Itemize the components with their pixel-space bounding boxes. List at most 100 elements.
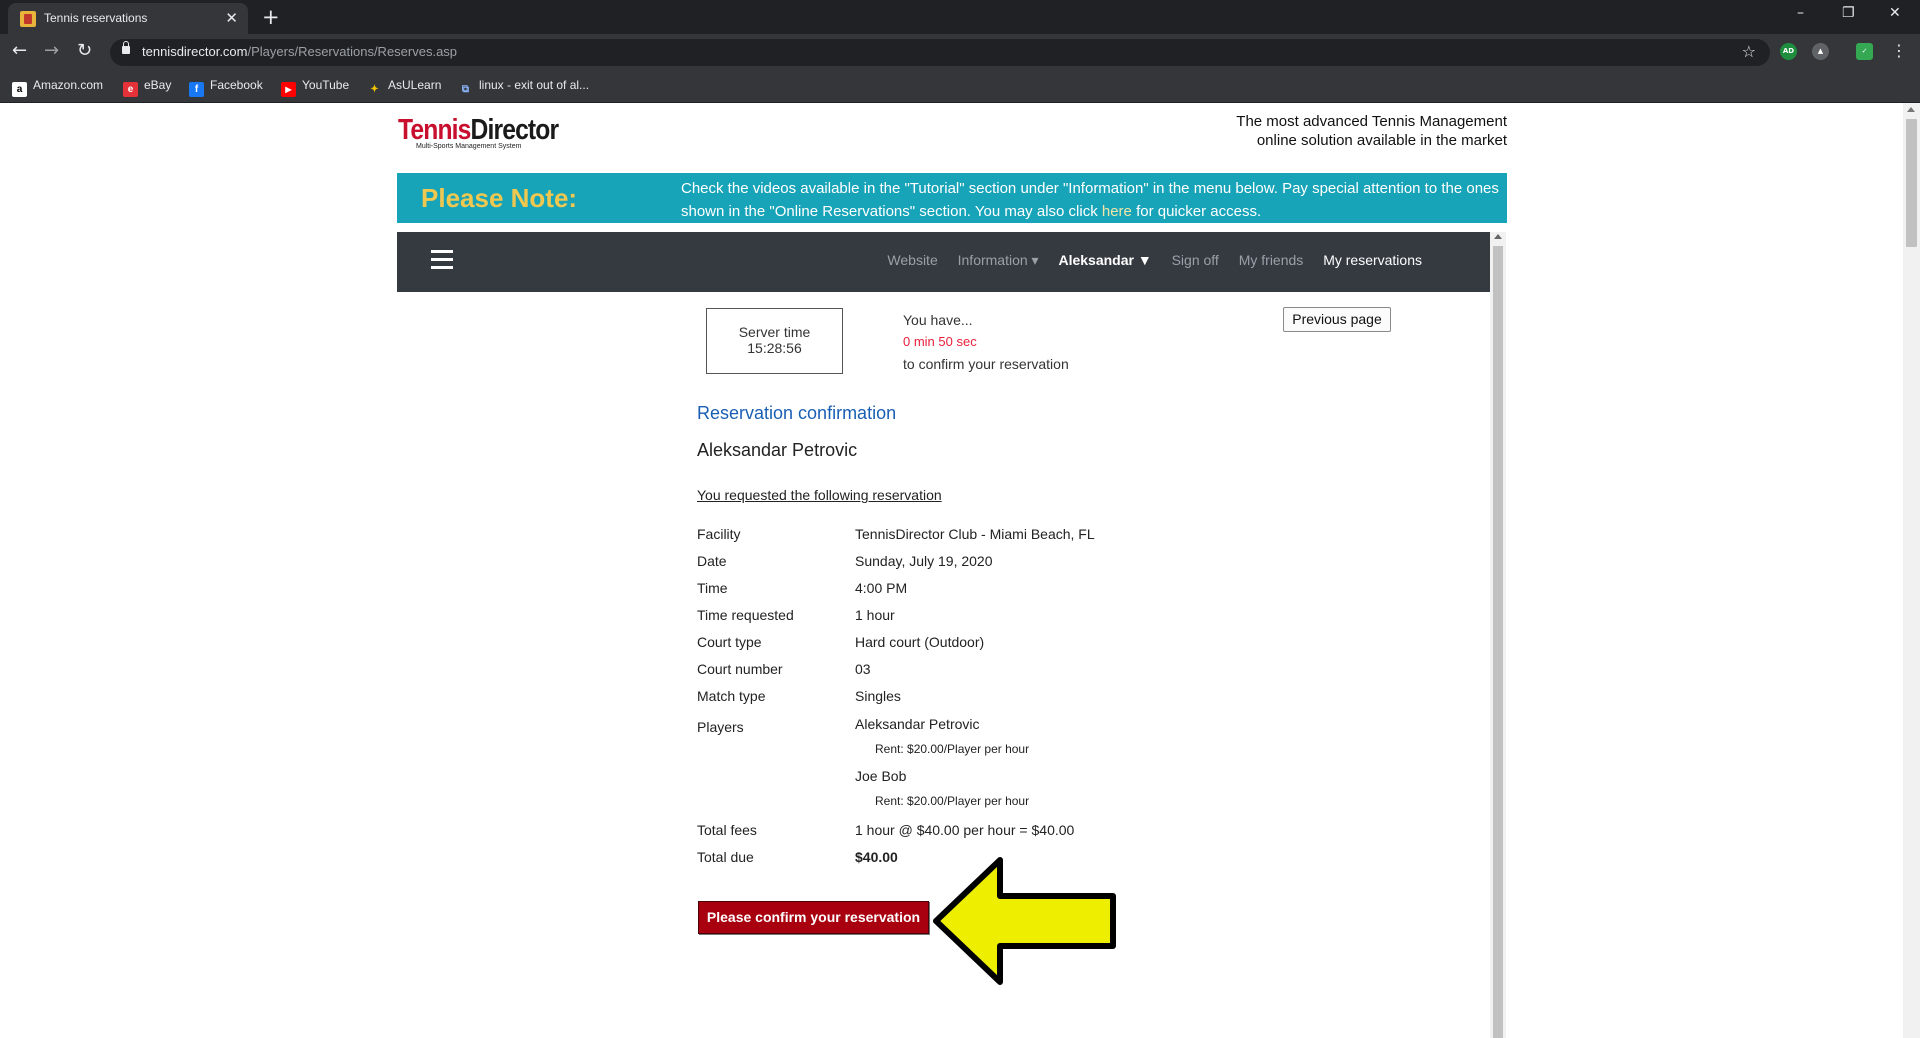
tab-close-icon[interactable]: ✕ — [225, 9, 238, 27]
url-text[interactable]: tennisdirector.com/Players/Reservations/… — [142, 44, 457, 59]
page-scroll-up-arrow-icon[interactable] — [1907, 107, 1915, 112]
page-viewport: TennisDirector Multi-Sports Management S… — [0, 103, 1920, 1038]
bookmarks-bar: a Amazon.com e eBay f Facebook ▶ YouTube ✦ As… — [0, 70, 1920, 103]
browser-tab[interactable]: Tennis reservations ✕ — [8, 3, 248, 34]
minimize-icon[interactable]: – — [1797, 5, 1804, 21]
bookmark-label: linux - exit out of al... — [479, 78, 590, 92]
logo-director: Director — [470, 114, 560, 146]
ebay-icon: e — [123, 82, 138, 97]
scroll-up-arrow-icon[interactable] — [1494, 234, 1502, 239]
browser-toolbar: ← → ↻ tennisdirector.com/Players/Reserva… — [0, 34, 1920, 70]
detail-value: 4:00 PM — [855, 580, 908, 596]
note-here-link[interactable]: here — [1102, 203, 1132, 220]
drive-icon[interactable]: ▲ — [1812, 43, 1829, 60]
nav-my-friends[interactable]: My friends — [1239, 252, 1304, 268]
timer-line-1: You have... — [903, 312, 973, 328]
lock-icon[interactable] — [122, 41, 130, 54]
total-fees-value: 1 hour @ $40.00 per hour = $40.00 — [855, 822, 1075, 838]
tab-strip: Tennis reservations ✕ + – ❐ ✕ — [0, 0, 1920, 34]
tennis-favicon-icon — [20, 11, 36, 27]
url-path: /Players/Reservations/Reserves.asp — [247, 44, 458, 59]
server-time-value: 15:28:56 — [747, 340, 802, 356]
confirm-reservation-button[interactable]: Please confirm your reservation — [698, 901, 929, 934]
page-scrollbar[interactable] — [1903, 103, 1920, 1038]
restore-icon[interactable]: ❐ — [1842, 5, 1855, 21]
youtube-icon: ▶ — [281, 82, 296, 97]
total-due-label: Total due — [697, 849, 754, 865]
back-icon[interactable]: ← — [12, 40, 27, 62]
player-entry-name: Aleksandar Petrovic — [855, 716, 980, 732]
nav-information[interactable]: Information ▾ — [958, 252, 1039, 268]
nav-user-menu[interactable]: Aleksandar ▼ — [1058, 252, 1151, 268]
asulearn-icon: ✦ — [370, 84, 379, 95]
bookmark-label: eBay — [144, 78, 172, 92]
detail-value: Sunday, July 19, 2020 — [855, 553, 993, 569]
players-label: Players — [697, 719, 744, 735]
timer-countdown: 0 min 50 sec — [903, 334, 977, 349]
bookmark-label: Amazon.com — [33, 78, 104, 92]
bookmark-amazon[interactable]: a Amazon.com — [12, 78, 103, 97]
tagline-line-1: The most advanced Tennis Management — [1236, 113, 1507, 130]
bookmark-label: Facebook — [210, 78, 263, 92]
inner-scrollbar[interactable] — [1490, 232, 1506, 1038]
detail-label: Time requested — [697, 607, 794, 623]
bookmark-facebook[interactable]: f Facebook — [189, 78, 263, 97]
bookmark-youtube[interactable]: ▶ YouTube — [281, 78, 349, 97]
new-tab-button[interactable]: + — [262, 4, 280, 30]
shield-icon[interactable]: ✓ — [1856, 43, 1873, 60]
url-host: tennisdirector.com — [142, 44, 248, 59]
yellow-arrow-annotation-icon — [933, 857, 1116, 985]
previous-page-button[interactable]: Previous page — [1283, 307, 1391, 332]
amazon-icon: a — [12, 82, 27, 97]
detail-value: 03 — [855, 661, 871, 677]
detail-label: Court number — [697, 661, 783, 677]
confirmation-timer: You have... 0 min 50 sec to confirm your… — [903, 309, 1069, 375]
requested-heading: You requested the following reservation — [697, 487, 942, 503]
ad-icon[interactable]: AD — [1780, 43, 1797, 60]
detail-label: Court type — [697, 634, 762, 650]
total-due-value: $40.00 — [855, 849, 898, 865]
address-bar[interactable]: tennisdirector.com/Players/Reservations/… — [110, 39, 1770, 66]
tagline: The most advanced Tennis Management onli… — [1236, 112, 1507, 150]
bookmark-linux[interactable]: ⧉ linux - exit out of al... — [458, 78, 589, 97]
bookmark-star-icon[interactable]: ☆ — [1742, 42, 1756, 61]
player-name: Aleksandar Petrovic — [697, 440, 858, 460]
menu-kebab-icon[interactable]: ⋮ — [1891, 40, 1907, 62]
nav-sign-off[interactable]: Sign off — [1172, 252, 1219, 268]
player-entry-rent: Rent: $20.00/Player per hour — [875, 794, 1030, 808]
detail-label: Match type — [697, 688, 766, 704]
note-text: Check the videos available in the "Tutor… — [681, 177, 1501, 223]
player-entry-rent: Rent: $20.00/Player per hour — [875, 742, 1030, 756]
total-fees-label: Total fees — [697, 822, 757, 838]
close-window-icon[interactable]: ✕ — [1889, 5, 1901, 21]
reload-icon[interactable]: ↻ — [77, 40, 92, 62]
detail-value: Hard court (Outdoor) — [855, 634, 985, 650]
logo-tennis: Tennis — [398, 114, 471, 146]
note-title: Please Note: — [421, 183, 578, 213]
note-text-part-2: for quicker access. — [1131, 203, 1262, 220]
tagline-line-2: online solution available in the market — [1256, 132, 1507, 149]
note-banner: Please Note: Check the videos available … — [397, 173, 1507, 223]
facebook-icon: f — [189, 82, 204, 97]
nav-my-reservations[interactable]: My reservations — [1323, 252, 1422, 268]
scrollbar-thumb[interactable] — [1493, 246, 1503, 1038]
linux-icon: ⧉ — [461, 84, 470, 95]
server-time-box: Server time 15:28:56 — [706, 308, 843, 374]
page-scrollbar-thumb[interactable] — [1906, 119, 1917, 247]
bookmark-ebay[interactable]: e eBay — [123, 78, 171, 97]
forward-icon[interactable]: → — [44, 40, 59, 62]
reservation-confirmation-title: Reservation confirmation — [697, 403, 897, 423]
detail-value: TennisDirector Club - Miami Beach, FL — [855, 526, 1095, 542]
tennisdirector-logo[interactable]: TennisDirector Multi-Sports Management S… — [398, 115, 587, 150]
hamburger-menu-icon[interactable] — [431, 250, 453, 270]
bookmark-asulearn[interactable]: ✦ AsULearn — [367, 78, 441, 97]
note-text-part-1: Check the videos available in the "Tutor… — [681, 180, 1499, 220]
player-entry-name: Joe Bob — [855, 768, 907, 784]
tab-title: Tennis reservations — [44, 11, 148, 25]
detail-value: Singles — [855, 688, 901, 704]
server-time-label: Server time — [738, 324, 811, 340]
nav-links: Website Information ▾ Aleksandar ▼ Sign … — [871, 252, 1422, 269]
main-navbar: Website Information ▾ Aleksandar ▼ Sign … — [397, 232, 1490, 292]
nav-website[interactable]: Website — [887, 252, 937, 268]
detail-label: Facility — [697, 526, 741, 542]
